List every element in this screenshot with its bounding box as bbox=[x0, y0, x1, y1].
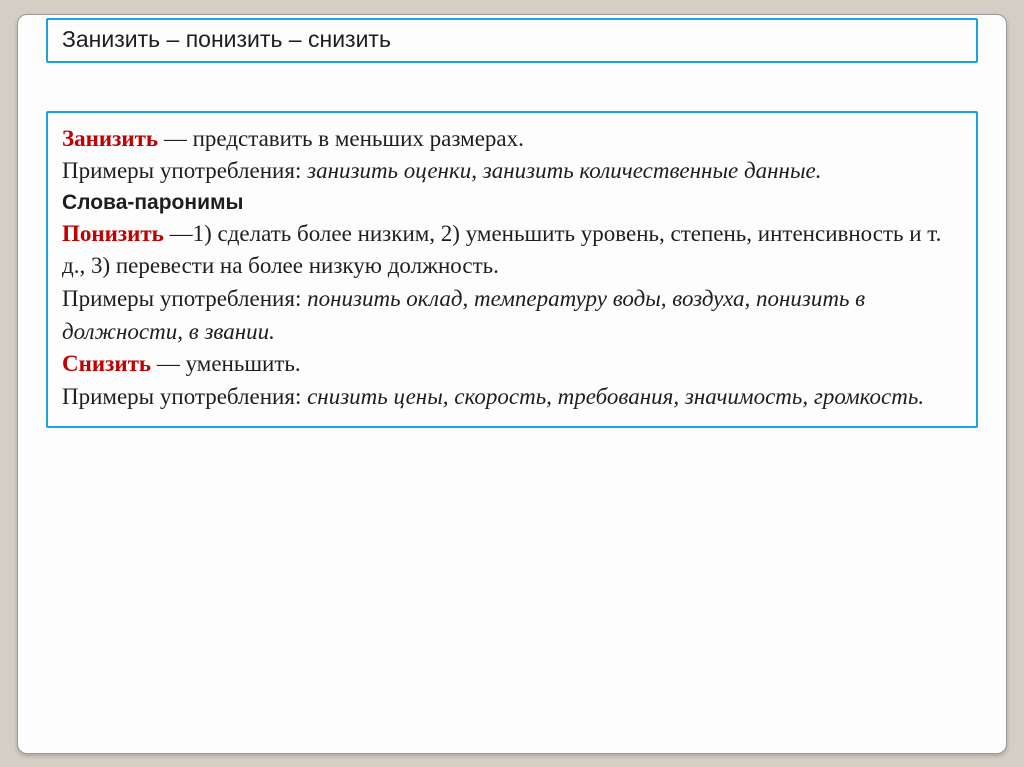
examples-text-snizit: снизить цены, скорость, требования, знач… bbox=[307, 384, 924, 409]
title-box: Занизить – понизить – снизить bbox=[46, 18, 978, 63]
examples-label-ponizit: Примеры употребления: bbox=[62, 286, 307, 311]
examples-snizit: Примеры употребления: снизить цены, скор… bbox=[62, 381, 962, 414]
examples-zanizit: Примеры употребления: занизить оценки, з… bbox=[62, 155, 962, 188]
subhead-paronyms: Слова-паронимы bbox=[62, 188, 962, 218]
term-snizit: Снизить bbox=[62, 351, 151, 376]
examples-text-zanizit: занизить оценки, занизить количественные… bbox=[307, 158, 821, 183]
content-box: Занизить — представить в меньших размера… bbox=[46, 111, 978, 428]
def-zanizit: — представить в меньших размерах. bbox=[158, 126, 524, 151]
examples-label-zanizit: Примеры употребления: bbox=[62, 158, 307, 183]
def-ponizit: —1) сделать более низким, 2) уменьшить у… bbox=[62, 221, 941, 279]
slide-title: Занизить – понизить – снизить bbox=[62, 26, 391, 52]
entry-ponizit: Понизить —1) сделать более низким, 2) ум… bbox=[62, 218, 962, 283]
term-ponizit: Понизить bbox=[62, 221, 164, 246]
term-zanizit: Занизить bbox=[62, 126, 158, 151]
entry-zanizit: Занизить — представить в меньших размера… bbox=[62, 123, 962, 156]
def-snizit: — уменьшить. bbox=[151, 351, 301, 376]
examples-label-snizit: Примеры употребления: bbox=[62, 384, 307, 409]
entry-snizit: Снизить — уменьшить. bbox=[62, 348, 962, 381]
slide-container: Занизить – понизить – снизить Занизить —… bbox=[17, 14, 1007, 754]
examples-ponizit: Примеры употребления: понизить оклад, те… bbox=[62, 283, 962, 348]
